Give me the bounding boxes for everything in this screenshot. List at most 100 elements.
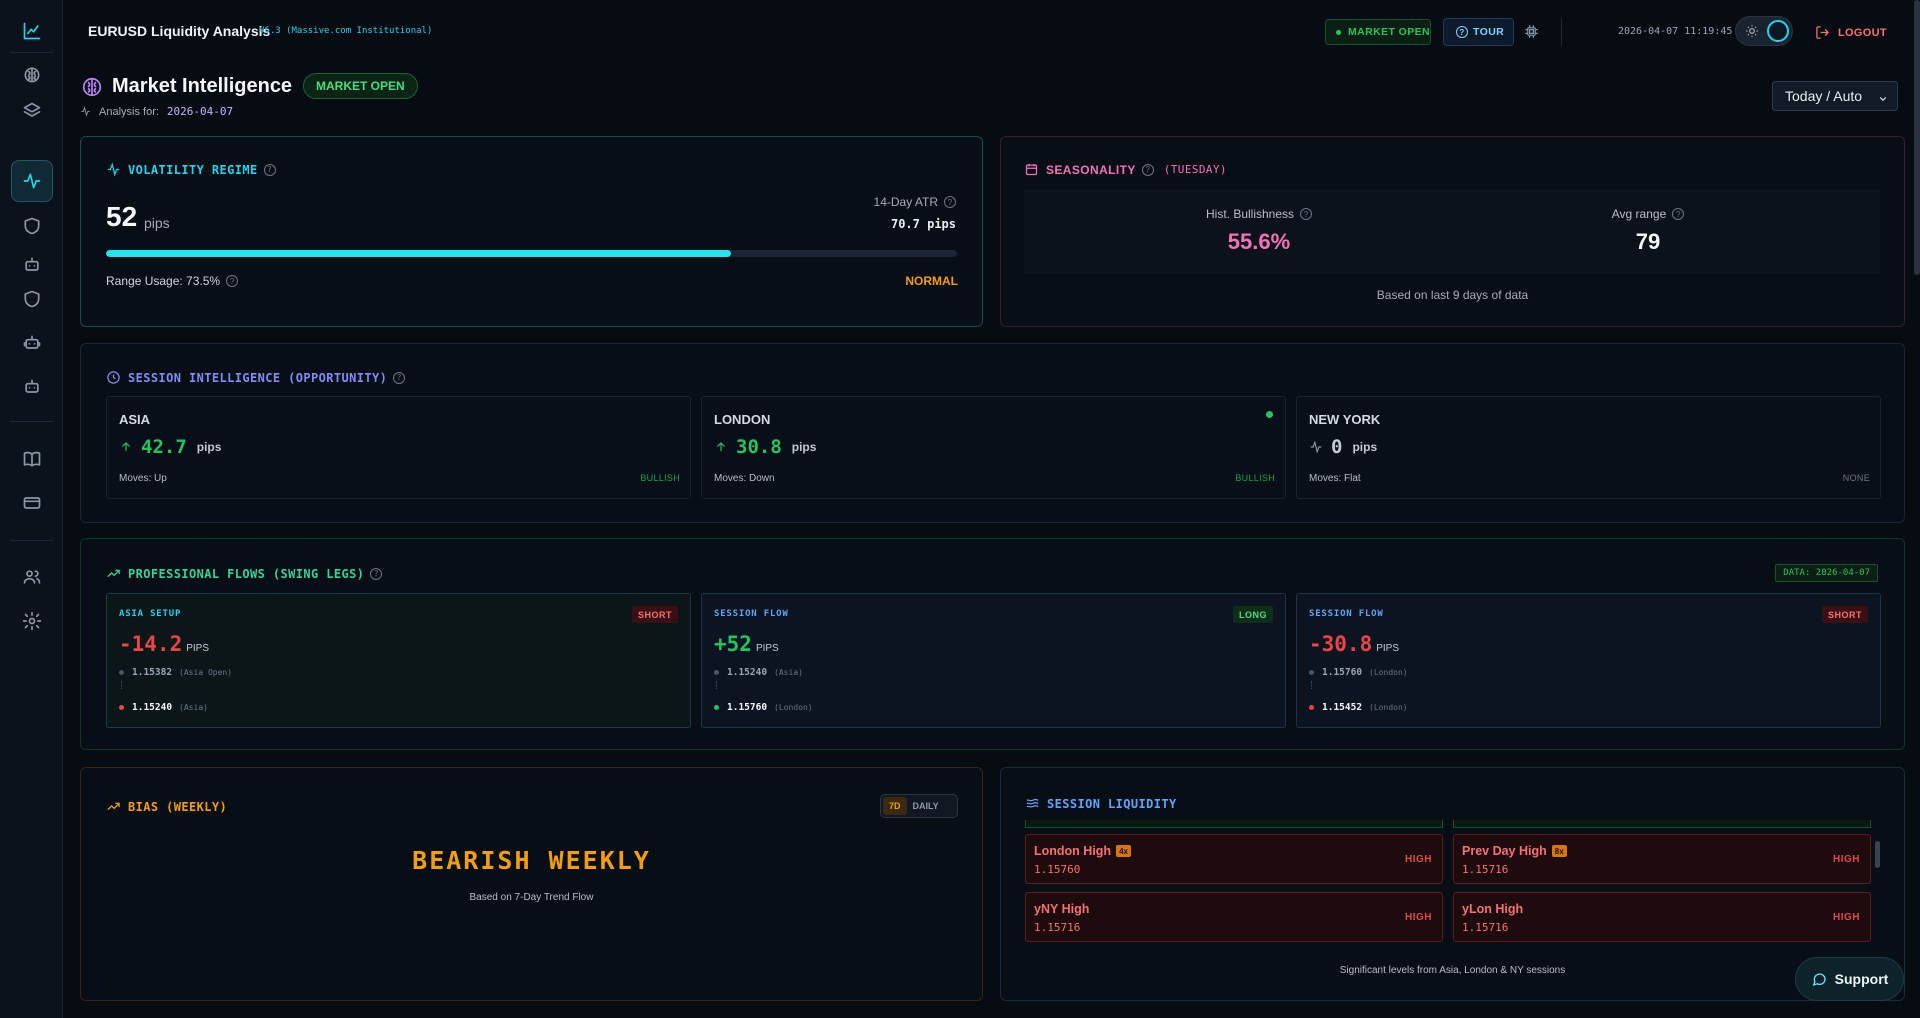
volatility-title-text: VOLATILITY REGIME bbox=[128, 162, 258, 177]
pulse-icon bbox=[1310, 440, 1322, 454]
help-icon[interactable]: ? bbox=[1300, 208, 1313, 220]
pulse-icon bbox=[81, 106, 90, 117]
trending-up-icon bbox=[106, 566, 128, 581]
sun-icon bbox=[1745, 24, 1759, 38]
credit-card-icon[interactable] bbox=[11, 482, 53, 524]
chat-bubble-icon bbox=[1812, 973, 1826, 987]
range-select[interactable]: Today / Auto bbox=[1772, 81, 1898, 111]
robot-icon[interactable] bbox=[11, 322, 53, 364]
flow-session-long: SESSION FLOW LONG +52 PIPS 1.15240 (Asia… bbox=[701, 593, 1286, 728]
session-pips: 0 bbox=[1331, 436, 1343, 458]
support-button[interactable]: Support bbox=[1795, 957, 1904, 1001]
arrow-up-icon bbox=[717, 442, 725, 452]
theme-toggle[interactable] bbox=[1735, 16, 1793, 46]
chart-logo-icon[interactable] bbox=[11, 10, 53, 52]
session-unit: pips bbox=[1352, 440, 1378, 454]
shield-icon[interactable] bbox=[11, 278, 53, 320]
session-intelligence-card: SESSION INTELLIGENCE (OPPORTUNITY) ? ASI… bbox=[80, 343, 1905, 523]
logout-button[interactable]: LOGOUT bbox=[1815, 25, 1887, 40]
help-icon: ? bbox=[1456, 26, 1468, 38]
liquidity-name: Prev Day High 8x bbox=[1462, 844, 1567, 858]
liquidity-price: 1.15716 bbox=[1034, 921, 1081, 934]
robot-icon[interactable] bbox=[11, 255, 53, 275]
flow-from-price: 1.15240 bbox=[727, 667, 768, 678]
robot-icon[interactable] bbox=[11, 366, 53, 408]
flow-to-price: 1.15452 bbox=[1322, 702, 1363, 713]
flow-pips: -30.8 bbox=[1309, 632, 1373, 656]
help-icon[interactable]: ? bbox=[944, 196, 956, 208]
shield-icon[interactable] bbox=[11, 205, 53, 247]
session-new-york: NEW YORK 0 pips Moves: Flat NONE bbox=[1296, 396, 1881, 499]
logout-label: LOGOUT bbox=[1838, 26, 1887, 39]
liquidity-list[interactable]: London High 4x 1.15760 HIGH Prev Day High… bbox=[1025, 820, 1871, 942]
market-status-pill: MARKET OPEN bbox=[1325, 19, 1431, 45]
users-icon[interactable] bbox=[11, 556, 53, 598]
help-icon[interactable]: ? bbox=[370, 567, 383, 580]
cpu-icon[interactable] bbox=[1524, 24, 1539, 39]
flow-unit: PIPS bbox=[755, 643, 779, 654]
flow-to-tag: (London) bbox=[1369, 703, 1408, 712]
session-intelligence-title: SESSION INTELLIGENCE (OPPORTUNITY) ? bbox=[106, 370, 406, 385]
session-pips: 30.8 bbox=[736, 436, 782, 458]
help-icon[interactable]: ? bbox=[1141, 163, 1154, 176]
clock: 2026-04-07 11:19:45 bbox=[1618, 26, 1733, 37]
liquidity-scrollbar[interactable] bbox=[1875, 841, 1880, 868]
flow-asia-setup: ASIA SETUP SHORT -14.2 PIPS 1.15382 (Asi… bbox=[106, 593, 691, 728]
help-icon[interactable]: ? bbox=[1672, 208, 1685, 220]
sidebar bbox=[0, 0, 63, 1018]
liquidity-price: 1.15760 bbox=[1034, 863, 1081, 876]
flow-value: +52 PIPS bbox=[714, 632, 779, 656]
flow-pips: +52 bbox=[714, 632, 752, 656]
trending-up-icon bbox=[106, 799, 128, 814]
bias-7d-option[interactable]: 7D bbox=[883, 797, 907, 815]
liquidity-name-text: Prev Day High bbox=[1462, 844, 1547, 858]
tour-button[interactable]: ? TOUR bbox=[1443, 18, 1514, 46]
pulse-icon bbox=[106, 162, 128, 177]
session-liquidity-card: SESSION LIQUIDITY London High 4x 1.15760 … bbox=[1000, 767, 1905, 1001]
flow-to-price: 1.15240 bbox=[132, 702, 173, 713]
book-icon[interactable] bbox=[11, 438, 53, 480]
pulse-icon[interactable] bbox=[11, 160, 53, 202]
range-usage-fill bbox=[106, 250, 732, 257]
list-item bbox=[1025, 820, 1443, 828]
flow-connector bbox=[716, 681, 717, 689]
flow-to-tag: (Asia) bbox=[179, 703, 208, 712]
bias-period-toggle: 7D DAILY bbox=[880, 794, 958, 818]
session-intelligence-title-text: SESSION INTELLIGENCE (OPPORTUNITY) bbox=[128, 370, 388, 385]
liquidity-item[interactable]: yLon High 1.15716 HIGH bbox=[1453, 892, 1871, 942]
bias-card: BIAS (WEEKLY) 7D DAILY BEARISH WEEKLY Ba… bbox=[80, 767, 983, 1001]
seasonality-footer: Based on last 9 days of data bbox=[1376, 288, 1529, 302]
liquidity-importance: HIGH bbox=[1833, 912, 1860, 923]
app-title: EURUSD Liquidity Analysis bbox=[88, 23, 271, 39]
liquidity-item[interactable]: London High 4x 1.15760 HIGH bbox=[1025, 834, 1443, 884]
app-version: V6.3 (Massive.com Institutional) bbox=[259, 26, 433, 36]
session-unit: pips bbox=[791, 440, 817, 454]
flow-from-tag: (Asia) bbox=[774, 668, 803, 677]
bias-title-text: BIAS (WEEKLY) bbox=[128, 799, 228, 814]
chevron-down-icon bbox=[1878, 91, 1888, 101]
help-icon[interactable]: ? bbox=[263, 163, 276, 176]
range-usage-label: Range Usage: 73.5% bbox=[106, 274, 221, 288]
liquidity-item[interactable]: Prev Day High 8x 1.15716 HIGH bbox=[1453, 834, 1871, 884]
bias-daily-option[interactable]: DAILY bbox=[907, 797, 945, 815]
dot-icon bbox=[714, 670, 719, 675]
sidebar-divider bbox=[10, 52, 53, 53]
gear-icon[interactable] bbox=[11, 600, 53, 642]
flow-from-tag: (Asia Open) bbox=[179, 668, 233, 677]
help-icon[interactable]: ? bbox=[226, 275, 239, 287]
volatility-title: VOLATILITY REGIME ? bbox=[106, 162, 276, 177]
sidebar-divider bbox=[10, 421, 53, 422]
flows-data-date: DATA: 2026-04-07 bbox=[1775, 564, 1878, 582]
flow-pips: -14.2 bbox=[119, 632, 183, 656]
session-moves: Moves: Up bbox=[119, 473, 167, 484]
liquidity-item[interactable]: yNY High 1.15716 HIGH bbox=[1025, 892, 1443, 942]
calendar-icon bbox=[1024, 162, 1046, 177]
avg-range-value: 79 bbox=[1635, 229, 1661, 254]
help-icon[interactable]: ? bbox=[393, 371, 406, 384]
page-scrollbar[interactable] bbox=[1914, 0, 1920, 275]
bias-title: BIAS (WEEKLY) bbox=[106, 799, 227, 814]
flow-kind: SESSION FLOW bbox=[714, 609, 789, 619]
bullishness-value: 55.6% bbox=[1227, 229, 1291, 254]
flow-to-tag: (London) bbox=[774, 703, 813, 712]
layers-icon[interactable] bbox=[11, 90, 53, 132]
